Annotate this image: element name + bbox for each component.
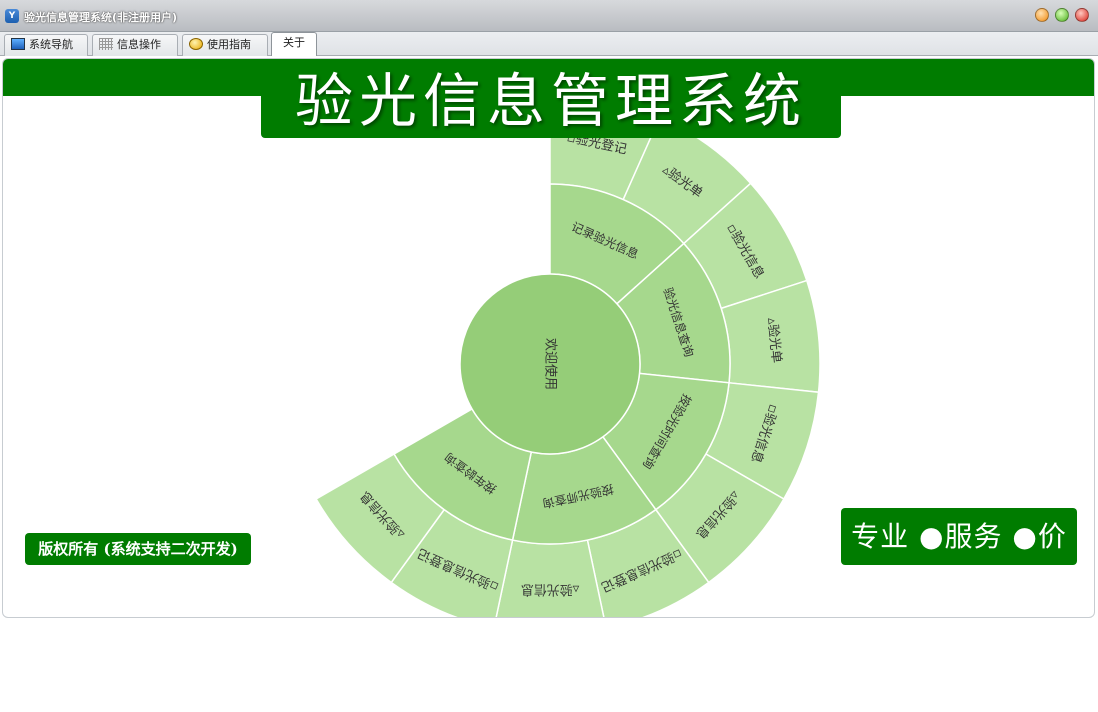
help-icon xyxy=(189,38,203,50)
window-title: 验光信息管理系统(非注册用户) xyxy=(24,11,178,24)
tab-user-guide[interactable]: 使用指南 xyxy=(182,34,268,56)
tab-label: 关于 xyxy=(283,36,305,49)
copyright-text: 版权所有 (系统支持二次开发) xyxy=(38,540,238,558)
about-panel: ▫验光登记 ▵验光单 ▫验光信息 ▵验光单 ▫验光信息 ▵验光信息 ▫验光信息登记 ▵验光信息… xyxy=(2,58,1095,618)
app-logo-icon: Y xyxy=(5,9,19,23)
monitor-icon xyxy=(11,38,25,50)
sunburst-leaf-label: ▵验光信息 xyxy=(521,582,580,598)
tab-bar: 系统导航 信息操作 使用指南 关于 xyxy=(0,32,1098,56)
tab-label: 信息操作 xyxy=(117,38,161,51)
window-titlebar[interactable]: Y 验光信息管理系统(非注册用户) xyxy=(0,0,1098,32)
title-banner: 验光信息管理系统 xyxy=(261,64,841,138)
tab-label: 使用指南 xyxy=(207,38,251,51)
maximize-button[interactable] xyxy=(1055,8,1069,22)
close-button[interactable] xyxy=(1075,8,1089,22)
tab-about[interactable]: 关于 xyxy=(271,32,317,56)
tab-info-operations[interactable]: 信息操作 xyxy=(92,34,178,56)
tab-system-navigation[interactable]: 系统导航 xyxy=(4,34,88,56)
tab-label: 系统导航 xyxy=(29,38,73,51)
copyright-badge: 版权所有 (系统支持二次开发) xyxy=(25,533,251,565)
grid-icon xyxy=(99,38,113,50)
page-title: 验光信息管理系统 xyxy=(294,67,807,135)
slogan-badge: 专业 ●服务 ●价值 xyxy=(841,508,1077,610)
minimize-button[interactable] xyxy=(1035,8,1049,22)
sunburst-center-label: 欢迎使用 xyxy=(543,338,559,390)
